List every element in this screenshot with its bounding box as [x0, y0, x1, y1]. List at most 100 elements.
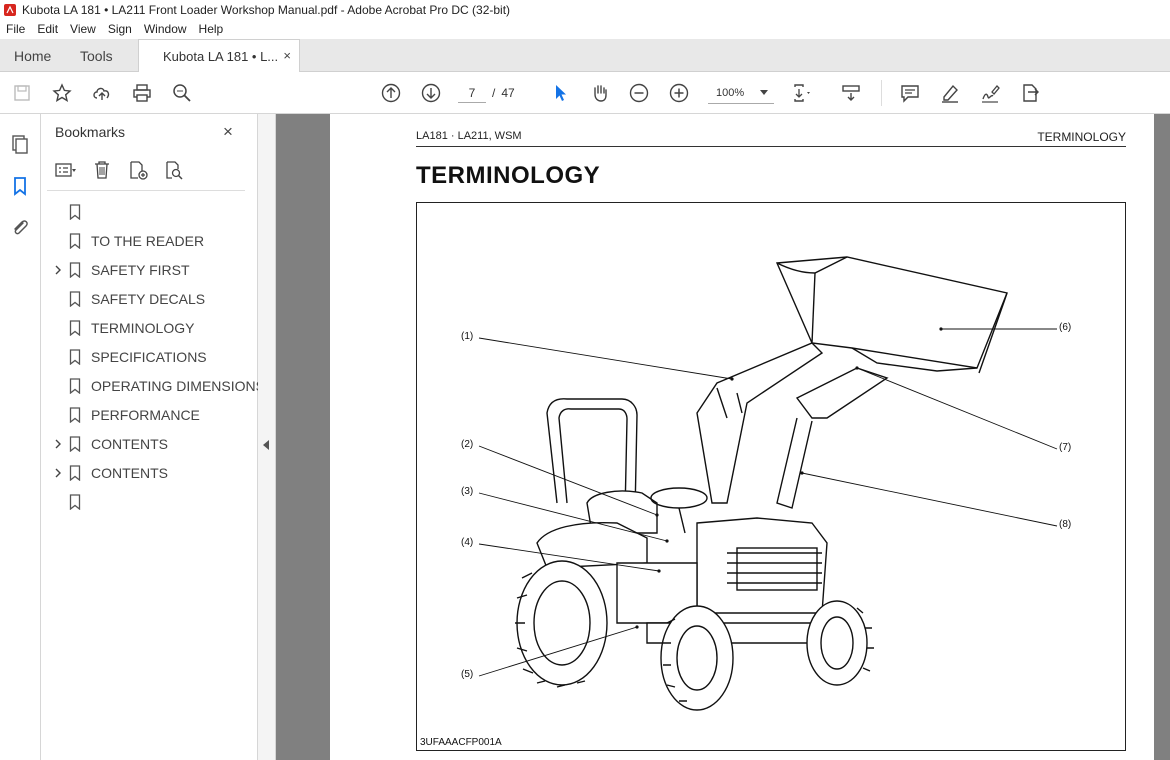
bookmark-label: CONTENTS: [91, 436, 168, 452]
total-pages: 47: [501, 86, 515, 100]
bookmark-label: OPERATING DIMENSIONS: [91, 378, 265, 394]
callout-6: (6): [1059, 322, 1072, 333]
tractor-loader-figure: (1) (2) (3) (4) (5) (6) (7) (8) 3UFAAACF…: [416, 202, 1126, 751]
bookmark-item[interactable]: PERFORMANCE: [41, 401, 258, 430]
menu-sign[interactable]: Sign: [102, 22, 138, 36]
panel-splitter[interactable]: [258, 114, 276, 760]
callout-8: (8): [1059, 519, 1072, 530]
navigation-rail: [0, 114, 41, 760]
menu-window[interactable]: Window: [138, 22, 193, 36]
zoom-in-icon[interactable]: [667, 81, 691, 105]
tab-document-label: Kubota LA 181 • L...: [163, 49, 279, 64]
bookmarks-toolbar: [55, 158, 199, 182]
callout-4: (4): [461, 537, 474, 548]
tab-home[interactable]: Home: [14, 39, 51, 72]
bookmarks-list: TO THE READER SAFETY FIRST SAFETY DECALS TE…: [41, 198, 265, 517]
bookmarks-icon[interactable]: [8, 174, 32, 198]
page-title: TERMINOLOGY: [416, 162, 601, 189]
next-page-icon[interactable]: [419, 81, 443, 105]
bookmark-item[interactable]: TERMINOLOGY: [41, 314, 258, 343]
bookmark-item[interactable]: [41, 488, 258, 517]
bookmark-icon: [69, 291, 81, 307]
bookmark-icon: [69, 465, 81, 481]
bookmark-item[interactable]: TO THE READER: [41, 227, 258, 256]
hand-tool-icon[interactable]: [588, 81, 612, 105]
page-thumbnails-icon[interactable]: [8, 132, 32, 156]
tab-bar: Home Tools Kubota LA 181 • L... ×: [0, 39, 1170, 73]
new-bookmark-icon[interactable]: [127, 159, 149, 181]
chevron-right-icon[interactable]: [52, 467, 64, 479]
collapse-arrow-icon[interactable]: [263, 440, 269, 450]
bookmark-icon: [69, 494, 81, 510]
bookmark-item[interactable]: SPECIFICATIONS: [41, 343, 258, 372]
page-header-left: LA181 · LA211, WSM: [416, 130, 522, 142]
star-icon[interactable]: [50, 81, 74, 105]
callout-7: (7): [1059, 442, 1072, 453]
page-number-input[interactable]: 7: [458, 83, 486, 103]
cloud-upload-icon[interactable]: [90, 81, 114, 105]
find-bookmark-icon[interactable]: [163, 159, 185, 181]
bookmark-item[interactable]: CONTENTS: [41, 430, 258, 459]
zoom-value: 100%: [716, 86, 745, 99]
previous-page-icon[interactable]: [379, 81, 403, 105]
bookmarks-divider: [47, 190, 245, 191]
window-title: Kubota LA 181 • LA211 Front Loader Works…: [22, 2, 511, 17]
bookmark-icon: [69, 407, 81, 423]
toolbar-divider: [881, 80, 882, 106]
document-viewer[interactable]: LA181 · LA211, WSM TERMINOLOGY TERMINOLO…: [276, 114, 1170, 760]
pdf-page: LA181 · LA211, WSM TERMINOLOGY TERMINOLO…: [330, 114, 1154, 760]
bookmark-item[interactable]: CONTENTS: [41, 459, 258, 488]
tractor-loader-illustration: [478, 256, 1058, 711]
bookmark-label: SAFETY DECALS: [91, 291, 206, 307]
chevron-right-icon[interactable]: [52, 438, 64, 450]
bookmark-label: TO THE READER: [91, 233, 205, 249]
print-icon[interactable]: [130, 81, 154, 105]
menu-file[interactable]: File: [0, 22, 31, 36]
menu-edit[interactable]: Edit: [31, 22, 64, 36]
send-fill-icon[interactable]: [1018, 81, 1042, 105]
bookmark-icon: [69, 233, 81, 249]
delete-bookmark-icon[interactable]: [91, 159, 113, 181]
highlight-pen-icon[interactable]: [938, 81, 962, 105]
bookmark-icon: [69, 320, 81, 336]
bookmark-item[interactable]: OPERATING DIMENSIONS: [41, 372, 265, 401]
options-menu-icon[interactable]: [55, 159, 77, 181]
fit-page-icon[interactable]: [790, 81, 814, 105]
figure-code: 3UFAAACFP001A: [420, 737, 502, 748]
acrobat-icon: [4, 3, 16, 16]
callout-2: (2): [461, 439, 474, 450]
page-header-right: TERMINOLOGY: [1037, 130, 1126, 144]
scroll-mode-icon[interactable]: [839, 81, 863, 105]
bookmarks-panel: Bookmarks × TO THE READER SAFETY FIRST SAF…: [41, 114, 265, 760]
callout-5: (5): [461, 669, 474, 680]
comment-icon[interactable]: [898, 81, 922, 105]
attachments-icon[interactable]: [8, 216, 32, 240]
search-icon[interactable]: [170, 81, 194, 105]
tab-tools[interactable]: Tools: [80, 39, 113, 72]
bookmark-item[interactable]: SAFETY FIRST: [41, 256, 258, 285]
save-icon[interactable]: [10, 81, 34, 105]
bookmark-icon: [69, 262, 81, 278]
close-icon[interactable]: ×: [223, 122, 233, 142]
zoom-select[interactable]: 100%: [708, 82, 774, 104]
bookmarks-title: Bookmarks: [55, 124, 126, 140]
bookmark-icon: [69, 349, 81, 365]
bookmark-icon: [69, 436, 81, 452]
bookmark-label: SPECIFICATIONS: [91, 349, 207, 365]
callout-3: (3): [461, 486, 474, 497]
tab-close-button[interactable]: ×: [283, 48, 291, 63]
select-cursor-icon[interactable]: [548, 81, 572, 105]
sign-icon[interactable]: [978, 81, 1002, 105]
callout-1: (1): [461, 331, 474, 342]
menu-help[interactable]: Help: [193, 22, 230, 36]
page-navigation: 7 / 47: [458, 82, 515, 104]
zoom-out-icon[interactable]: [627, 81, 651, 105]
main-toolbar: 7 / 47 100%: [0, 72, 1170, 114]
tab-document[interactable]: Kubota LA 181 • L... ×: [138, 39, 300, 73]
chevron-right-icon[interactable]: [52, 264, 64, 276]
bookmark-item[interactable]: [41, 198, 258, 227]
menu-view[interactable]: View: [64, 22, 102, 36]
bookmark-label: TERMINOLOGY: [91, 320, 195, 336]
menu-bar: File Edit View Sign Window Help: [0, 19, 1170, 39]
bookmark-item[interactable]: SAFETY DECALS: [41, 285, 258, 314]
